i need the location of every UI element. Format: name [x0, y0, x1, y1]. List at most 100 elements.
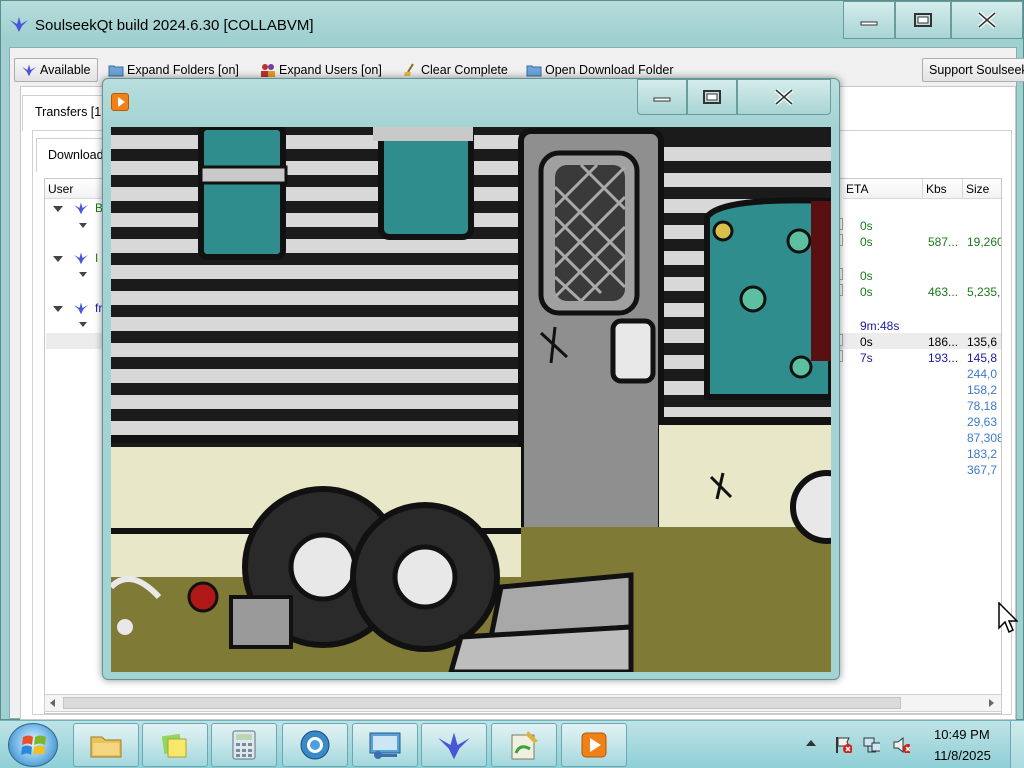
cell-kbs: 193... — [928, 351, 959, 365]
sticky-notes-icon — [161, 733, 187, 758]
users-icon — [261, 64, 275, 77]
window-title: SoulseekQt build 2024.6.30 [COLLABVM] — [35, 17, 314, 34]
available-button[interactable]: Available — [14, 58, 98, 82]
taskbar: 10:49 PM 11/8/2025 — [0, 720, 1024, 768]
taskbar-paint[interactable] — [491, 723, 557, 767]
header-kbs[interactable]: Kbs — [923, 179, 963, 199]
expand-arrow-icon[interactable] — [79, 322, 87, 327]
support-label: Support Soulseek — [929, 63, 1024, 77]
soulseek-bird-icon — [22, 64, 36, 77]
broom-icon — [404, 63, 414, 76]
tab-transfers-label: Transfers [1 — [35, 105, 102, 119]
browser-icon — [300, 730, 330, 760]
tab-downloads[interactable]: Download — [36, 138, 112, 172]
soulseek-icon — [438, 732, 470, 760]
expand-arrow-icon[interactable] — [53, 206, 63, 212]
cell-size: 244,0 — [967, 367, 998, 381]
scroll-left-icon[interactable] — [50, 699, 55, 707]
cell-eta: 0s — [860, 335, 873, 349]
expand-folders-label: Expand Folders [on] — [127, 63, 239, 77]
header-user[interactable]: User — [45, 179, 105, 199]
cell-eta: 0s — [860, 235, 873, 249]
header-size[interactable]: Size — [963, 179, 1001, 199]
soulseek-bird-icon — [74, 252, 88, 265]
taskbar-soulseek[interactable] — [421, 723, 487, 767]
taskbar-calculator[interactable] — [211, 723, 277, 767]
taskbar-browser[interactable] — [282, 723, 348, 767]
header-eta[interactable]: ETA — [843, 179, 923, 199]
cell-eta: 7s — [860, 351, 873, 365]
support-soulseek-button[interactable]: Support Soulseek — [922, 58, 1024, 82]
available-label: Available — [40, 63, 91, 77]
soulseek-bird-icon — [74, 302, 88, 315]
minimize-icon — [653, 97, 671, 102]
cell-eta: 0s — [860, 269, 873, 283]
cell-size: 19,260 — [967, 235, 1002, 249]
scrollbar-thumb[interactable] — [63, 697, 901, 709]
expand-users-label: Expand Users [on] — [279, 63, 382, 77]
show-desktop-button[interactable] — [1010, 721, 1024, 768]
media-player-window[interactable] — [102, 78, 840, 680]
expand-arrow-icon[interactable] — [53, 256, 63, 262]
player-minimize-button[interactable] — [637, 79, 687, 115]
paint-icon — [511, 731, 538, 760]
clock-time[interactable]: 10:49 PM — [934, 727, 990, 742]
cell-size: 87,308 — [967, 431, 1002, 445]
cell-size: 78,18 — [967, 399, 998, 413]
cell-size: 158,2 — [967, 383, 998, 397]
network-icon[interactable] — [862, 735, 880, 753]
user-name[interactable]: I — [95, 251, 98, 265]
cell-kbs: 463... — [928, 285, 959, 299]
cell-size: 29,63 — [967, 415, 998, 429]
maximize-button[interactable] — [895, 1, 951, 39]
media-player-icon — [111, 93, 129, 111]
taskbar-control-panel[interactable] — [352, 723, 418, 767]
explorer-folder-icon — [90, 736, 122, 758]
close-icon — [977, 11, 997, 29]
volume-muted-icon[interactable] — [892, 735, 910, 753]
player-maximize-button[interactable] — [687, 79, 737, 115]
action-center-flag-icon[interactable] — [834, 735, 852, 753]
tray-expand-icon[interactable] — [804, 736, 822, 754]
soulseek-bird-icon — [10, 17, 28, 32]
minimize-icon — [860, 21, 878, 26]
windows-logo-icon — [21, 735, 46, 755]
expand-arrow-icon[interactable] — [79, 272, 87, 277]
cell-size: 183,2 — [967, 447, 998, 461]
taskbar-explorer[interactable] — [73, 723, 139, 767]
calculator-icon — [232, 730, 256, 760]
scroll-right-icon[interactable] — [989, 699, 994, 707]
minimize-button[interactable] — [843, 1, 895, 39]
horizontal-scrollbar[interactable] — [44, 694, 1002, 712]
cell-eta: 0s — [860, 219, 873, 233]
taskbar-media-player[interactable] — [561, 723, 627, 767]
tab-downloads-label: Download — [48, 148, 104, 162]
taskbar-sticky-notes[interactable] — [142, 723, 208, 767]
player-close-button[interactable] — [737, 79, 831, 115]
expand-arrow-icon[interactable] — [53, 306, 63, 312]
folder-icon — [526, 65, 542, 77]
folder-icon — [108, 65, 124, 77]
video-frame[interactable] — [111, 127, 831, 672]
tab-transfers[interactable]: Transfers [1 — [22, 95, 112, 131]
maximize-icon — [914, 13, 932, 27]
cell-size: 367,7 — [967, 463, 998, 477]
cell-kbs: 186... — [928, 335, 959, 349]
clear-complete-label: Clear Complete — [421, 63, 508, 77]
start-button[interactable] — [8, 723, 58, 767]
title-bar[interactable]: SoulseekQt build 2024.6.30 [COLLABVM] — [1, 1, 1023, 47]
cell-size: 135,6 — [967, 335, 998, 349]
close-icon — [774, 88, 794, 106]
mouse-cursor-icon — [998, 602, 1018, 634]
cell-kbs: 587... — [928, 235, 959, 249]
expand-arrow-icon[interactable] — [79, 223, 87, 228]
cell-size: 145,8 — [967, 351, 998, 365]
close-button[interactable] — [951, 1, 1023, 39]
cartoon-trailer-image — [111, 127, 831, 672]
maximize-icon — [703, 90, 721, 104]
open-download-folder-label: Open Download Folder — [545, 63, 674, 77]
cell-eta: 0s — [860, 285, 873, 299]
cell-size: 5,235, — [967, 285, 1001, 299]
cell-eta: 9m:48s — [860, 319, 900, 333]
clock-date[interactable]: 11/8/2025 — [934, 748, 991, 763]
